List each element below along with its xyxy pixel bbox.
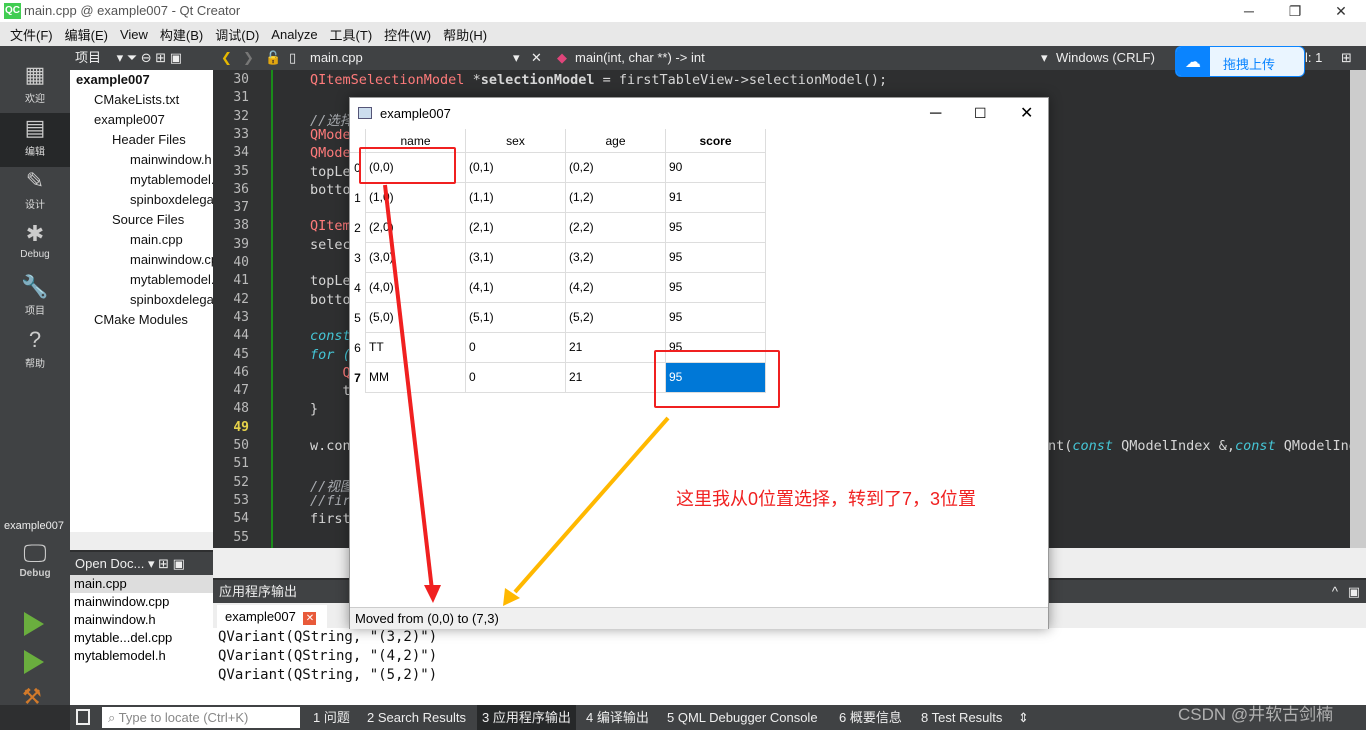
annotation-arrows (383, 184, 670, 606)
red-arrow (383, 184, 434, 591)
yellow-arrow (513, 416, 670, 594)
red-arrowhead (424, 585, 441, 603)
annotation-text: 这里我从0位置选择，转到了7，3位置 (676, 489, 977, 509)
watermark: CSDN @井软古剑楠 (1178, 705, 1334, 724)
